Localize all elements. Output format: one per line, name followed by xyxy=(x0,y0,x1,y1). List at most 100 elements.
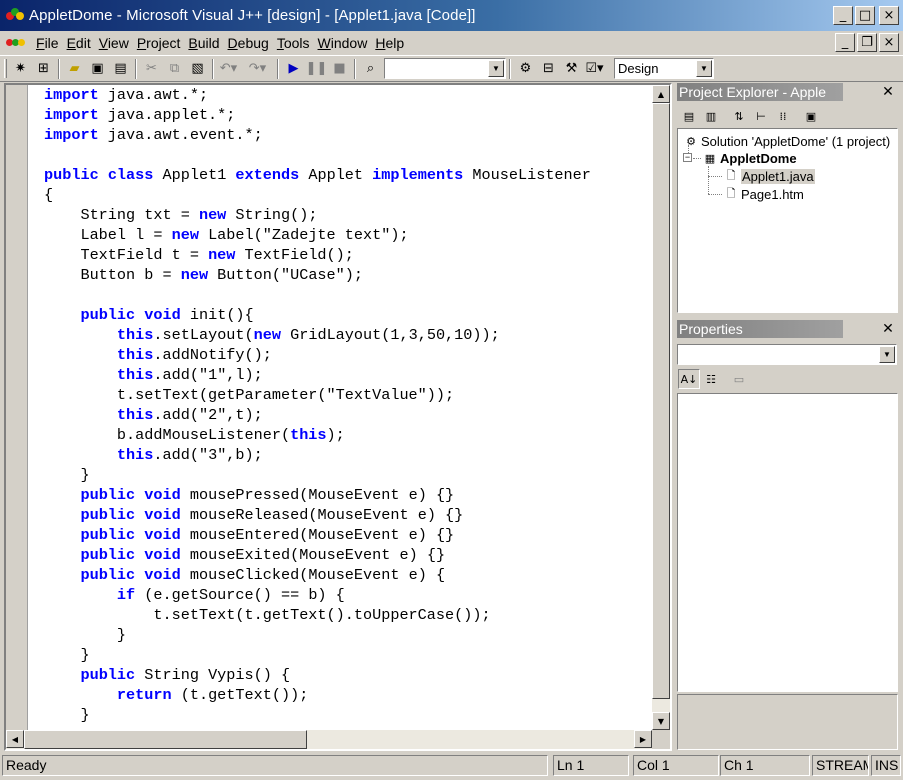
visual-jpp-app-icon[interactable] xyxy=(6,7,24,25)
tree-solution-node[interactable]: ⚙ Solution 'AppletDome' (1 project) xyxy=(684,132,890,150)
start-icon[interactable]: ▶ xyxy=(282,58,305,80)
menu-item[interactable]: Edit xyxy=(63,35,95,51)
view-designer-icon[interactable]: ▥ xyxy=(700,106,722,126)
doc-restore-button[interactable]: ❐ xyxy=(857,33,877,52)
scroll-right-icon[interactable]: ▶ xyxy=(634,730,652,748)
new-project-icon[interactable]: ✷ xyxy=(9,58,32,80)
save-icon[interactable]: ▣ xyxy=(86,58,109,80)
code-line[interactable]: import java.applet.*; xyxy=(44,105,652,125)
chevron-down-icon[interactable]: ▼ xyxy=(696,60,712,77)
code-line[interactable]: public void mousePressed(MouseEvent e) {… xyxy=(44,485,652,505)
document-icon[interactable] xyxy=(6,35,26,51)
code-line[interactable]: return (t.getText()); xyxy=(44,685,652,705)
menu-item[interactable]: Build xyxy=(184,35,223,51)
menu-item[interactable]: View xyxy=(95,35,133,51)
vertical-scrollbar[interactable]: ▲ ▼ xyxy=(652,85,670,730)
editor-gutter[interactable] xyxy=(6,85,28,730)
horizontal-scroll-thumb[interactable] xyxy=(24,730,307,749)
project-explorer-title[interactable]: Project Explorer - Apple xyxy=(677,83,843,101)
horizontal-scrollbar[interactable]: ◀ ▶ xyxy=(6,730,652,749)
scroll-left-icon[interactable]: ◀ xyxy=(6,730,24,748)
code-line[interactable]: b.addMouseListener(this); xyxy=(44,425,652,445)
break-icon[interactable]: ❚❚ xyxy=(305,58,328,80)
code-line[interactable]: this.addNotify(); xyxy=(44,345,652,365)
close-button[interactable]: × xyxy=(879,6,899,25)
doc-minimize-button[interactable]: _ xyxy=(835,33,855,52)
vertical-scroll-thumb[interactable] xyxy=(652,103,670,699)
menu-item[interactable]: File xyxy=(32,35,63,51)
tree-file-node[interactable]: 🗋 Page1.htm xyxy=(724,185,804,203)
tree-project-node[interactable]: ▦ AppletDome xyxy=(703,149,797,167)
toolbar-grip[interactable] xyxy=(4,59,7,78)
properties-object-combo[interactable]: ▼ xyxy=(677,344,897,365)
undo-icon[interactable]: ↶▾ xyxy=(217,58,240,80)
hierarchy-icon[interactable]: ⊢ xyxy=(750,106,772,126)
save-all-icon[interactable]: ▤ xyxy=(109,58,132,80)
properties-grid[interactable] xyxy=(677,393,898,692)
code-line[interactable]: } xyxy=(44,645,652,665)
code-line[interactable]: Label l = new Label("Zadejte text"); xyxy=(44,225,652,245)
code-line[interactable]: import java.awt.event.*; xyxy=(44,125,652,145)
view-code-icon[interactable]: ▤ xyxy=(678,106,700,126)
code-line[interactable]: t.setText(getParameter("TextValue")); xyxy=(44,385,652,405)
task-list-icon[interactable]: ☑▾ xyxy=(583,58,606,80)
toolbox-icon[interactable]: ⚒ xyxy=(560,58,583,80)
code-line[interactable]: } xyxy=(44,705,652,725)
cut-icon[interactable]: ✂ xyxy=(140,58,163,80)
code-line[interactable]: public void mouseClicked(MouseEvent e) { xyxy=(44,565,652,585)
paste-icon[interactable]: ▧ xyxy=(186,58,209,80)
code-line[interactable]: public void init(){ xyxy=(44,305,652,325)
code-line[interactable]: this.add("1",l); xyxy=(44,365,652,385)
code-line[interactable]: public void mouseExited(MouseEvent e) {} xyxy=(44,545,652,565)
code-line[interactable]: String txt = new String(); xyxy=(44,205,652,225)
code-line[interactable]: t.setText(t.getText().toUpperCase()); xyxy=(44,605,652,625)
redo-icon[interactable]: ↷▾ xyxy=(246,58,269,80)
code-line[interactable]: public void mouseReleased(MouseEvent e) … xyxy=(44,505,652,525)
code-line[interactable]: Button b = new Button("UCase"); xyxy=(44,265,652,285)
class-view-icon[interactable]: ⁞⁞ xyxy=(772,106,794,126)
code-line[interactable]: { xyxy=(44,185,652,205)
code-line[interactable]: this.add("2",t); xyxy=(44,405,652,425)
code-line[interactable]: TextField t = new TextField(); xyxy=(44,245,652,265)
menu-item[interactable]: Tools xyxy=(273,35,314,51)
copy-icon[interactable]: ⧉ xyxy=(163,58,186,80)
code-line[interactable]: public String Vypis() { xyxy=(44,665,652,685)
collapse-icon[interactable]: − xyxy=(683,153,692,162)
configuration-combo[interactable]: Design ▼ xyxy=(614,58,714,79)
find-icon[interactable]: ⌕ xyxy=(359,58,382,80)
maximize-button[interactable]: □ xyxy=(855,6,875,25)
code-line[interactable]: } xyxy=(44,465,652,485)
properties-icon[interactable]: ▣ xyxy=(800,106,822,126)
chevron-down-icon[interactable]: ▼ xyxy=(488,60,504,77)
close-icon[interactable]: ✕ xyxy=(879,321,897,337)
menu-item[interactable]: Debug xyxy=(224,35,273,51)
open-folder-icon[interactable]: ▰ xyxy=(63,58,86,80)
menu-item[interactable]: Help xyxy=(371,35,408,51)
chevron-down-icon[interactable]: ▼ xyxy=(879,346,895,363)
code-text-area[interactable]: import java.awt.*; import java.applet.*; i… xyxy=(44,85,652,730)
code-line[interactable] xyxy=(44,285,652,305)
sort-alphabetic-icon[interactable]: A↓ xyxy=(678,369,700,389)
menu-item[interactable]: Project xyxy=(133,35,185,51)
sort-categorized-icon[interactable]: ☷ xyxy=(700,369,722,389)
properties-title[interactable]: Properties xyxy=(677,320,843,338)
properties-window-icon[interactable]: ⊟ xyxy=(537,58,560,80)
find-combo[interactable]: ▼ xyxy=(384,58,506,79)
code-line[interactable]: if (e.getSource() == b) { xyxy=(44,585,652,605)
scroll-down-icon[interactable]: ▼ xyxy=(652,712,670,730)
tree-file-node[interactable]: 🗋 Applet1.java xyxy=(724,167,815,185)
code-line[interactable]: this.setLayout(new GridLayout(1,3,50,10)… xyxy=(44,325,652,345)
property-pages-icon[interactable]: ▭ xyxy=(728,369,750,389)
code-line[interactable]: import java.awt.*; xyxy=(44,85,652,105)
stop-icon[interactable]: ■ xyxy=(328,58,351,80)
code-line[interactable]: } xyxy=(44,625,652,645)
code-line[interactable]: public void mouseEntered(MouseEvent e) {… xyxy=(44,525,652,545)
code-line[interactable] xyxy=(44,145,652,165)
menu-item[interactable]: Window xyxy=(314,35,372,51)
refresh-icon[interactable]: ⇅ xyxy=(728,106,750,126)
add-item-icon[interactable]: ⊞ xyxy=(32,58,55,80)
code-line[interactable]: public class Applet1 extends Applet impl… xyxy=(44,165,652,185)
scroll-up-icon[interactable]: ▲ xyxy=(652,85,670,103)
close-icon[interactable]: ✕ xyxy=(879,84,897,100)
doc-close-button[interactable]: × xyxy=(879,33,899,52)
